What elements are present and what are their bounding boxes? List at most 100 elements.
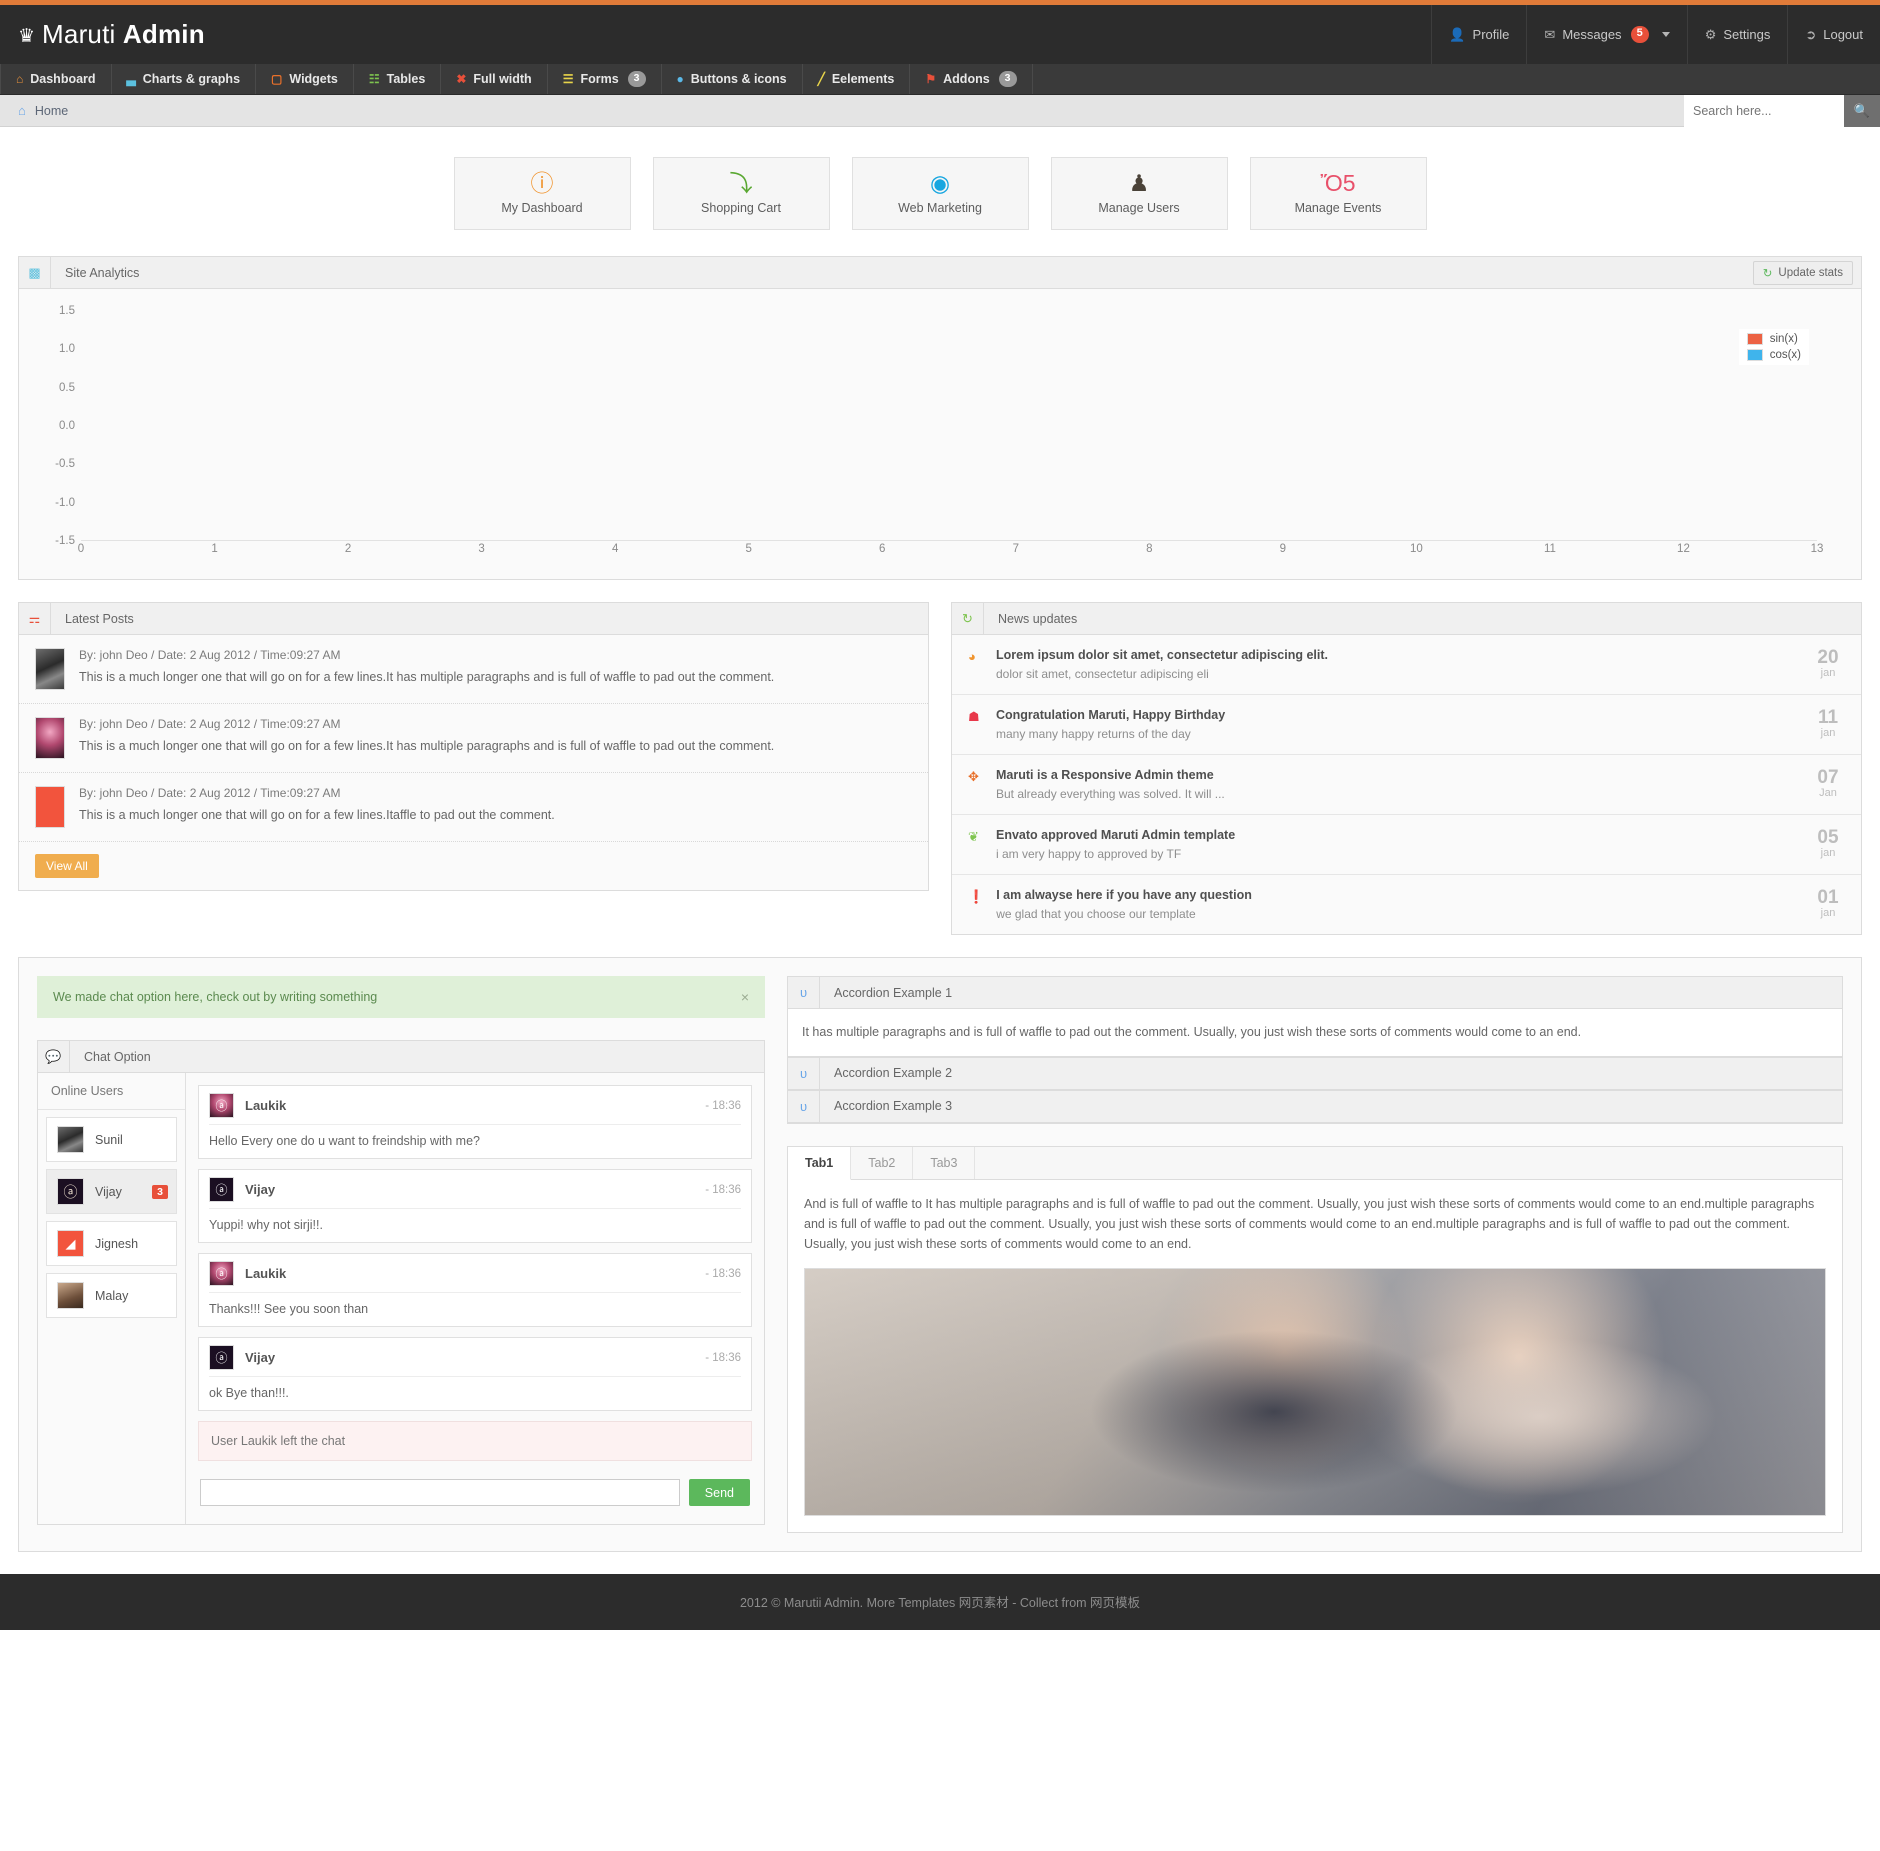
avatar: ◢ [57, 1230, 84, 1257]
logout-button[interactable]: ➲ Logout [1787, 5, 1880, 64]
nav-item-label: Full width [473, 72, 532, 86]
messages-button[interactable]: ✉ Messages 5 [1526, 5, 1686, 64]
news-title: Envato approved Maruti Admin template [996, 828, 1236, 842]
post-meta: By: john Deo / Date: 2 Aug 2012 / Time:0… [79, 717, 341, 731]
chevron-down-icon[interactable] [1661, 32, 1670, 37]
tile-shopping-cart[interactable]: ⤵ Shopping Cart [652, 157, 830, 230]
close-icon[interactable]: × [741, 989, 749, 1005]
nav-item-buttons-icons[interactable]: ● Buttons & icons [662, 64, 803, 94]
news-item[interactable]: ❦ Envato approved Maruti Admin template i … [952, 815, 1861, 875]
y-axis-tick: 0.5 [59, 381, 75, 394]
legend-entry: cos(x) [1746, 349, 1801, 361]
tile-manage-users[interactable]: ♟ Manage Users [1050, 157, 1228, 230]
news-date: 07 Jan [1811, 768, 1845, 799]
crown-icon: ♛ [18, 26, 36, 47]
news-item[interactable]: ☗ Congratulation Maruti, Happy Birthday ma… [952, 695, 1861, 755]
bar-chart-icon: ▩ [19, 256, 51, 289]
nav-item-forms[interactable]: ☰ Forms 3 [548, 64, 662, 94]
nav-item-widgets[interactable]: ▢ Widgets [256, 64, 354, 94]
breadcrumb[interactable]: ⌂ Home [18, 103, 68, 118]
tabs-bar: Tab1 Tab2 Tab3 [788, 1146, 1842, 1180]
bottom-section: We made chat option here, check out by w… [18, 957, 1862, 1552]
main-navbar: ⌂ Dashboard ▃ Charts & graphs ▢ Widgets ☷ Table… [0, 64, 1880, 95]
tile-my-dashboard[interactable]: ⓘ My Dashboard [453, 157, 631, 230]
gear-icon: ⚙ [1704, 26, 1717, 42]
x-axis-tick: 8 [1146, 543, 1153, 555]
view-all-button[interactable]: View All [35, 854, 99, 878]
message-text: Hello Every one do u want to freindship … [209, 1124, 741, 1158]
post-text: This is a much longer one that will go o… [79, 670, 775, 684]
tile-manage-events[interactable]: Ὄ5 Manage Events [1249, 157, 1427, 230]
brand-name-light: Maruti [42, 19, 116, 49]
x-axis-tick: 11 [1543, 543, 1556, 555]
news-day: 07 [1817, 767, 1839, 788]
accordion-label: Accordion Example 3 [834, 1099, 953, 1114]
tabs-filler [975, 1147, 1842, 1179]
news-list: ◕ Lorem ipsum dolor sit amet, consectetur… [952, 635, 1861, 934]
news-item[interactable]: ❗ I am alwayse here if you have any quest… [952, 875, 1861, 934]
accordion-header-1[interactable]: ᴜ Accordion Example 1 [788, 977, 1842, 1009]
tile-label: My Dashboard [501, 201, 583, 215]
online-user-jignesh[interactable]: ◢ Jignesh [46, 1221, 177, 1266]
message-text: ok Bye than!!!. [209, 1376, 741, 1410]
tile-web-marketing[interactable]: ◉ Web Marketing [851, 157, 1029, 230]
tab-tab1[interactable]: Tab1 [788, 1146, 852, 1180]
nav-item-full-width[interactable]: ✖ Full width [441, 64, 548, 94]
y-axis-tick: -1.0 [55, 496, 75, 509]
chart-x-axis: 0 1 2 3 4 5 6 7 8 9 10 11 12 13 [77, 543, 1824, 567]
news-month: Jan [1819, 787, 1837, 799]
home-icon: ⌂ [18, 103, 26, 118]
online-users-column: Online Users Sunil ⓐ Vijay 3 ◢ Jignesh Malay [38, 1073, 186, 1524]
right-widgets-column: ᴜ Accordion Example 1 It has multiple para… [787, 976, 1843, 1533]
chat-message-input[interactable] [200, 1479, 680, 1506]
settings-button[interactable]: ⚙ Settings [1686, 5, 1788, 64]
unread-badge: 3 [152, 1184, 168, 1199]
x-axis-tick: 0 [77, 543, 85, 555]
tab-tab3[interactable]: Tab3 [913, 1146, 976, 1179]
y-axis-tick: -0.5 [55, 458, 75, 471]
quick-access-tiles: ⓘ My Dashboard ⤵ Shopping Cart ◉ Web Marketin… [0, 127, 1880, 256]
avatar: ⓐ [57, 1178, 84, 1205]
avatar [57, 1126, 84, 1153]
tile-label: Shopping Cart [701, 201, 781, 215]
x-axis-tick: 13 [1810, 543, 1824, 555]
user-silhouette-icon: ♟ [1128, 170, 1150, 196]
online-user-malay[interactable]: Malay [46, 1273, 177, 1318]
page-icon: ⚑ [925, 72, 937, 86]
profile-button[interactable]: 👤 Profile [1431, 5, 1526, 64]
online-user-sunil[interactable]: Sunil [46, 1117, 177, 1162]
nav-item-dashboard[interactable]: ⌂ Dashboard [0, 64, 112, 94]
expand-icon: ✖ [456, 72, 467, 86]
update-stats-button[interactable]: ↻ Update stats [1752, 260, 1853, 285]
avatar [57, 1282, 84, 1309]
bar-chart-icon: ▃ [126, 72, 136, 86]
nav-item-charts-graphs[interactable]: ▃ Charts & graphs [112, 64, 257, 94]
brand-logo[interactable]: ♛ Maruti Admin [18, 19, 205, 50]
nav-item-tables[interactable]: ☷ Tables [354, 64, 442, 94]
nav-item-label: Eelements [831, 72, 895, 86]
search-button[interactable]: 🔍 [1844, 94, 1880, 127]
news-subtitle: dolor sit amet, consectetur adipiscing e… [996, 667, 1209, 681]
message-time: - 18:36 [705, 1099, 741, 1112]
news-subtitle: i am very happy to approved by TF [996, 847, 1182, 861]
search-icon: 🔍 [1853, 102, 1871, 118]
online-user-vijay[interactable]: ⓐ Vijay 3 [46, 1169, 177, 1214]
nav-item-eelements[interactable]: ╱ Eelements [803, 64, 911, 94]
tab-tab2[interactable]: Tab2 [851, 1146, 914, 1179]
panel-title: Site Analytics [65, 265, 140, 280]
accordion-item: ᴜ Accordion Example 1 It has multiple para… [787, 976, 1843, 1058]
nav-item-addons[interactable]: ⚑ Addons 3 [910, 64, 1033, 94]
y-axis-tick: 0.0 [59, 420, 75, 432]
search-input[interactable] [1684, 94, 1844, 127]
avatar: ⓐ [209, 1345, 234, 1370]
accordion-header-2[interactable]: ᴜ Accordion Example 2 [788, 1057, 1842, 1090]
accordion-header-3[interactable]: ᴜ Accordion Example 3 [788, 1090, 1842, 1123]
news-item[interactable]: ◕ Lorem ipsum dolor sit amet, consectetur… [952, 635, 1861, 695]
accordion-item: ᴜ Accordion Example 3 [787, 1090, 1843, 1124]
news-day: 05 [1817, 827, 1839, 848]
chat-panel: 💬 Chat Option Online Users Sunil ⓐ Vijay 3 ◢… [37, 1040, 765, 1525]
chat-compose-row: Send [198, 1475, 752, 1512]
panel-header: ⚎ Latest Posts [19, 602, 928, 635]
send-button[interactable]: Send [688, 1479, 750, 1506]
news-item[interactable]: ✥ Maruti is a Responsive Admin theme But a… [952, 755, 1861, 815]
